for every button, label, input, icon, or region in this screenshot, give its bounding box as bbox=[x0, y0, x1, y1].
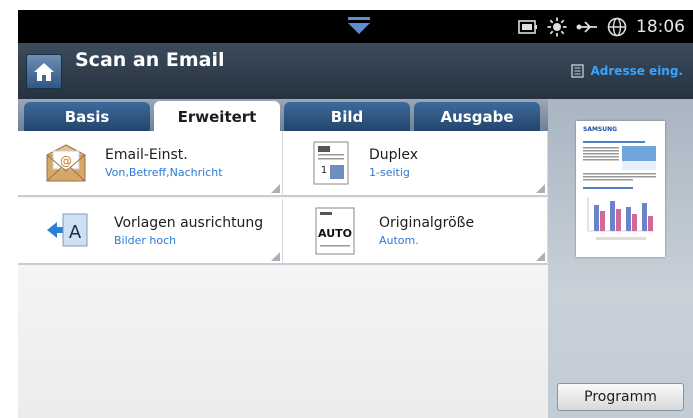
clock: 18:06 bbox=[636, 16, 685, 37]
orientation-label: Vorlagen ausrichtung bbox=[114, 215, 264, 231]
title-bar: Scan an Email Adresse eing. bbox=[18, 43, 693, 99]
pull-down-arrow-icon[interactable] bbox=[346, 16, 372, 36]
status-bar: 18:06 bbox=[18, 10, 693, 43]
address-entry-button[interactable]: Adresse eing. bbox=[570, 64, 683, 78]
tile-corner-marker bbox=[271, 184, 280, 193]
home-icon bbox=[34, 63, 54, 81]
home-button[interactable] bbox=[26, 54, 62, 89]
document-preview-thumbnail: SAMSUNG bbox=[583, 126, 656, 240]
orientation-tile[interactable]: A Vorlagen ausrichtung Bilder hoch bbox=[18, 199, 283, 265]
email-settings-tile[interactable]: @ Email-Einst. Von,Betreff,Nachricht bbox=[18, 131, 283, 197]
svg-text:1: 1 bbox=[321, 165, 327, 176]
tile-corner-marker bbox=[536, 252, 545, 261]
address-entry-label: Adresse eing. bbox=[590, 64, 683, 78]
svg-text:A: A bbox=[69, 222, 82, 243]
tab-erweitert[interactable]: Erweitert bbox=[154, 101, 280, 132]
original-size-value: Autom. bbox=[379, 234, 419, 247]
program-button[interactable]: Programm bbox=[557, 383, 684, 411]
svg-text:AUTO: AUTO bbox=[318, 227, 352, 240]
duplex-tile[interactable]: 1 Duplex 1-seitig bbox=[283, 131, 548, 197]
email-settings-label: Email-Einst. bbox=[105, 147, 188, 163]
tab-basis[interactable]: Basis bbox=[24, 102, 150, 131]
tab-bild[interactable]: Bild bbox=[284, 102, 410, 131]
tile-corner-marker bbox=[536, 184, 545, 193]
network-icon bbox=[607, 17, 627, 36]
duplex-value: 1-seitig bbox=[369, 166, 410, 179]
tile-corner-marker bbox=[271, 252, 280, 261]
original-size-icon: AUTO bbox=[315, 207, 355, 255]
svg-text:SAMSUNG: SAMSUNG bbox=[583, 126, 617, 133]
email-envelope-icon: @ bbox=[46, 144, 86, 182]
orientation-icon: A bbox=[47, 213, 88, 247]
duplex-label: Duplex bbox=[369, 147, 419, 163]
duplex-page-icon: 1 bbox=[313, 141, 349, 185]
document-preview: SAMSUNG bbox=[576, 121, 665, 257]
orientation-value: Bilder hoch bbox=[114, 234, 177, 247]
tab-bar: Basis Erweitert Bild Ausgabe bbox=[18, 99, 548, 132]
svg-text:@: @ bbox=[60, 154, 72, 168]
toner-icon bbox=[518, 19, 537, 34]
tab-ausgabe[interactable]: Ausgabe bbox=[414, 102, 540, 131]
light-icon bbox=[547, 17, 567, 36]
preview-panel: SAMSUNG Programm bbox=[548, 99, 693, 418]
page-title: Scan an Email bbox=[75, 49, 225, 71]
original-size-tile[interactable]: AUTO Originalgröße Autom. bbox=[283, 199, 548, 265]
settings-panel: @ Email-Einst. Von,Betreff,Nachricht 1 D… bbox=[18, 131, 548, 418]
email-settings-value: Von,Betreff,Nachricht bbox=[105, 166, 223, 179]
address-book-icon bbox=[570, 64, 584, 78]
connection-icon bbox=[576, 20, 597, 33]
original-size-label: Originalgröße bbox=[379, 215, 475, 231]
